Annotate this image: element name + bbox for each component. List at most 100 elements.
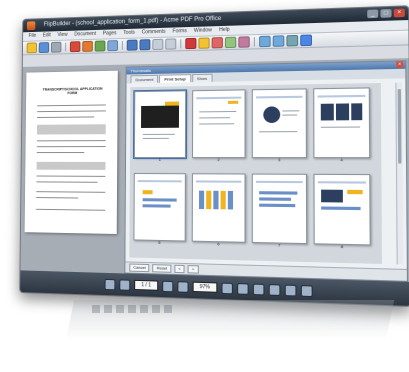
toolbar-separator [253,37,255,47]
thumb-bar-mark [227,190,234,210]
pdf-icon[interactable] [69,41,81,53]
menu-view[interactable]: View [57,31,67,40]
hand-icon[interactable] [152,38,164,51]
thumb-bar-mark [220,190,226,210]
export-icon[interactable] [82,40,93,52]
app-icon [26,21,36,31]
fit-width-icon[interactable] [268,283,281,296]
thumb-bar-mark [213,190,219,210]
thumb-header-bar [255,180,303,184]
thumb-text-line [199,117,230,119]
app-window: FlipBuilder - (school_application_form_1… [19,5,409,307]
settings-icon[interactable] [286,34,299,47]
form-title: TRANSCRIPT/SCHOOL APPLICATION FORM [42,86,103,96]
thumb-header-bar [255,95,303,99]
thumb-blue-block [321,206,361,211]
thumbnail-number: 5 [158,239,161,246]
thumbnail-page [192,89,246,159]
highlight-icon[interactable] [211,37,223,49]
menu-window[interactable]: Window [194,26,212,36]
zoom-out-icon[interactable] [139,39,151,51]
menu-edit[interactable]: Edit [43,31,51,40]
thumbnail-number: 7 [278,242,281,248]
page-thumbnail[interactable]: 1 [132,89,188,163]
thumb-bar-mark [198,190,205,210]
tab-document[interactable]: Document [130,74,159,84]
thumb-blue-block [259,191,298,195]
thumb-header-bar [317,181,366,184]
zoom-in-icon[interactable] [126,39,138,51]
page-thumbnail[interactable]: 2 [192,89,246,163]
page-thumbnail[interactable]: 4 [313,87,371,163]
page-thumbnail[interactable]: 8 [313,173,371,251]
page-thumbnail[interactable]: 5 [133,173,186,247]
form-table [36,124,106,135]
thumb-text-line [142,137,169,139]
close-button[interactable]: × [393,8,405,18]
thumbnail-page [313,173,371,246]
two-page-icon[interactable] [300,284,313,297]
single-page-icon[interactable] [284,284,297,297]
thumb-bar-mark [206,190,212,210]
thumbnail-scrollbar[interactable] [395,82,404,265]
print-icon[interactable] [50,41,62,53]
help-icon[interactable] [300,34,313,47]
menu-file[interactable]: File [29,32,37,41]
thumb-text-line [282,114,298,116]
thumb-blue-block [259,197,291,201]
menu-document[interactable]: Document [74,30,96,39]
zoom-in-icon[interactable] [236,282,249,295]
previous-button[interactable]: < [174,264,185,274]
zoom-out-icon[interactable] [221,282,233,294]
link-icon[interactable] [238,36,250,48]
toolbar-separator [180,39,182,49]
thumbnail-number: 1 [158,157,161,163]
maximize-button[interactable]: □ [380,9,392,18]
prev-page-icon[interactable] [119,278,131,291]
fit-page-icon[interactable] [252,283,265,295]
thumb-navy-block [320,103,334,121]
dialog-close-button[interactable]: × [396,61,404,68]
stamp-icon[interactable] [224,36,237,49]
tab-show[interactable]: Show [191,73,213,83]
scrollbar-thumb[interactable] [397,89,402,164]
thumbnail-grid: 1 2 3 4 5 6 7 8 [129,82,383,264]
first-page-icon[interactable] [104,278,116,290]
thumbnail-page [132,89,188,160]
page-thumbnail[interactable]: 3 [251,88,307,163]
crop-icon[interactable] [272,35,285,47]
convert-icon[interactable] [94,40,106,52]
rotate-icon[interactable] [259,35,271,48]
select-icon[interactable] [165,38,177,50]
page-thumbnail[interactable]: 7 [251,173,308,250]
cancel-button[interactable]: Cancel [129,263,150,273]
menu-help[interactable]: Help [219,26,230,35]
open-icon[interactable] [26,42,37,54]
menu-tools[interactable]: Tools [123,29,134,38]
form-line [36,191,106,193]
minimize-button[interactable]: _ [367,9,379,19]
page-thumbnail[interactable]: 6 [191,173,246,248]
reflection-mark [92,305,100,313]
next-button[interactable]: > [187,265,199,274]
email-icon[interactable] [107,40,119,52]
last-page-icon[interactable] [177,280,189,293]
menu-comments[interactable]: Comments [142,28,166,38]
thumb-navy-block [321,189,343,203]
page-number-field[interactable]: 1 / 1 [134,279,159,291]
thumb-orange-block [164,101,180,106]
next-page-icon[interactable] [162,280,174,292]
reflection-mark [128,305,136,313]
form-line [36,208,106,211]
menu-forms[interactable]: Forms [173,27,187,36]
note-icon[interactable] [198,37,210,49]
reset-button[interactable]: Reset [152,264,172,273]
reflection-mark [104,305,112,313]
form-line [36,146,106,148]
save-icon[interactable] [38,42,50,54]
tab-print-setup[interactable]: Print Setup [159,74,191,83]
stop-icon[interactable] [185,37,197,50]
zoom-field[interactable]: 97% [192,281,218,293]
thumbnail-page [191,173,246,243]
menu-pages[interactable]: Pages [103,29,117,38]
